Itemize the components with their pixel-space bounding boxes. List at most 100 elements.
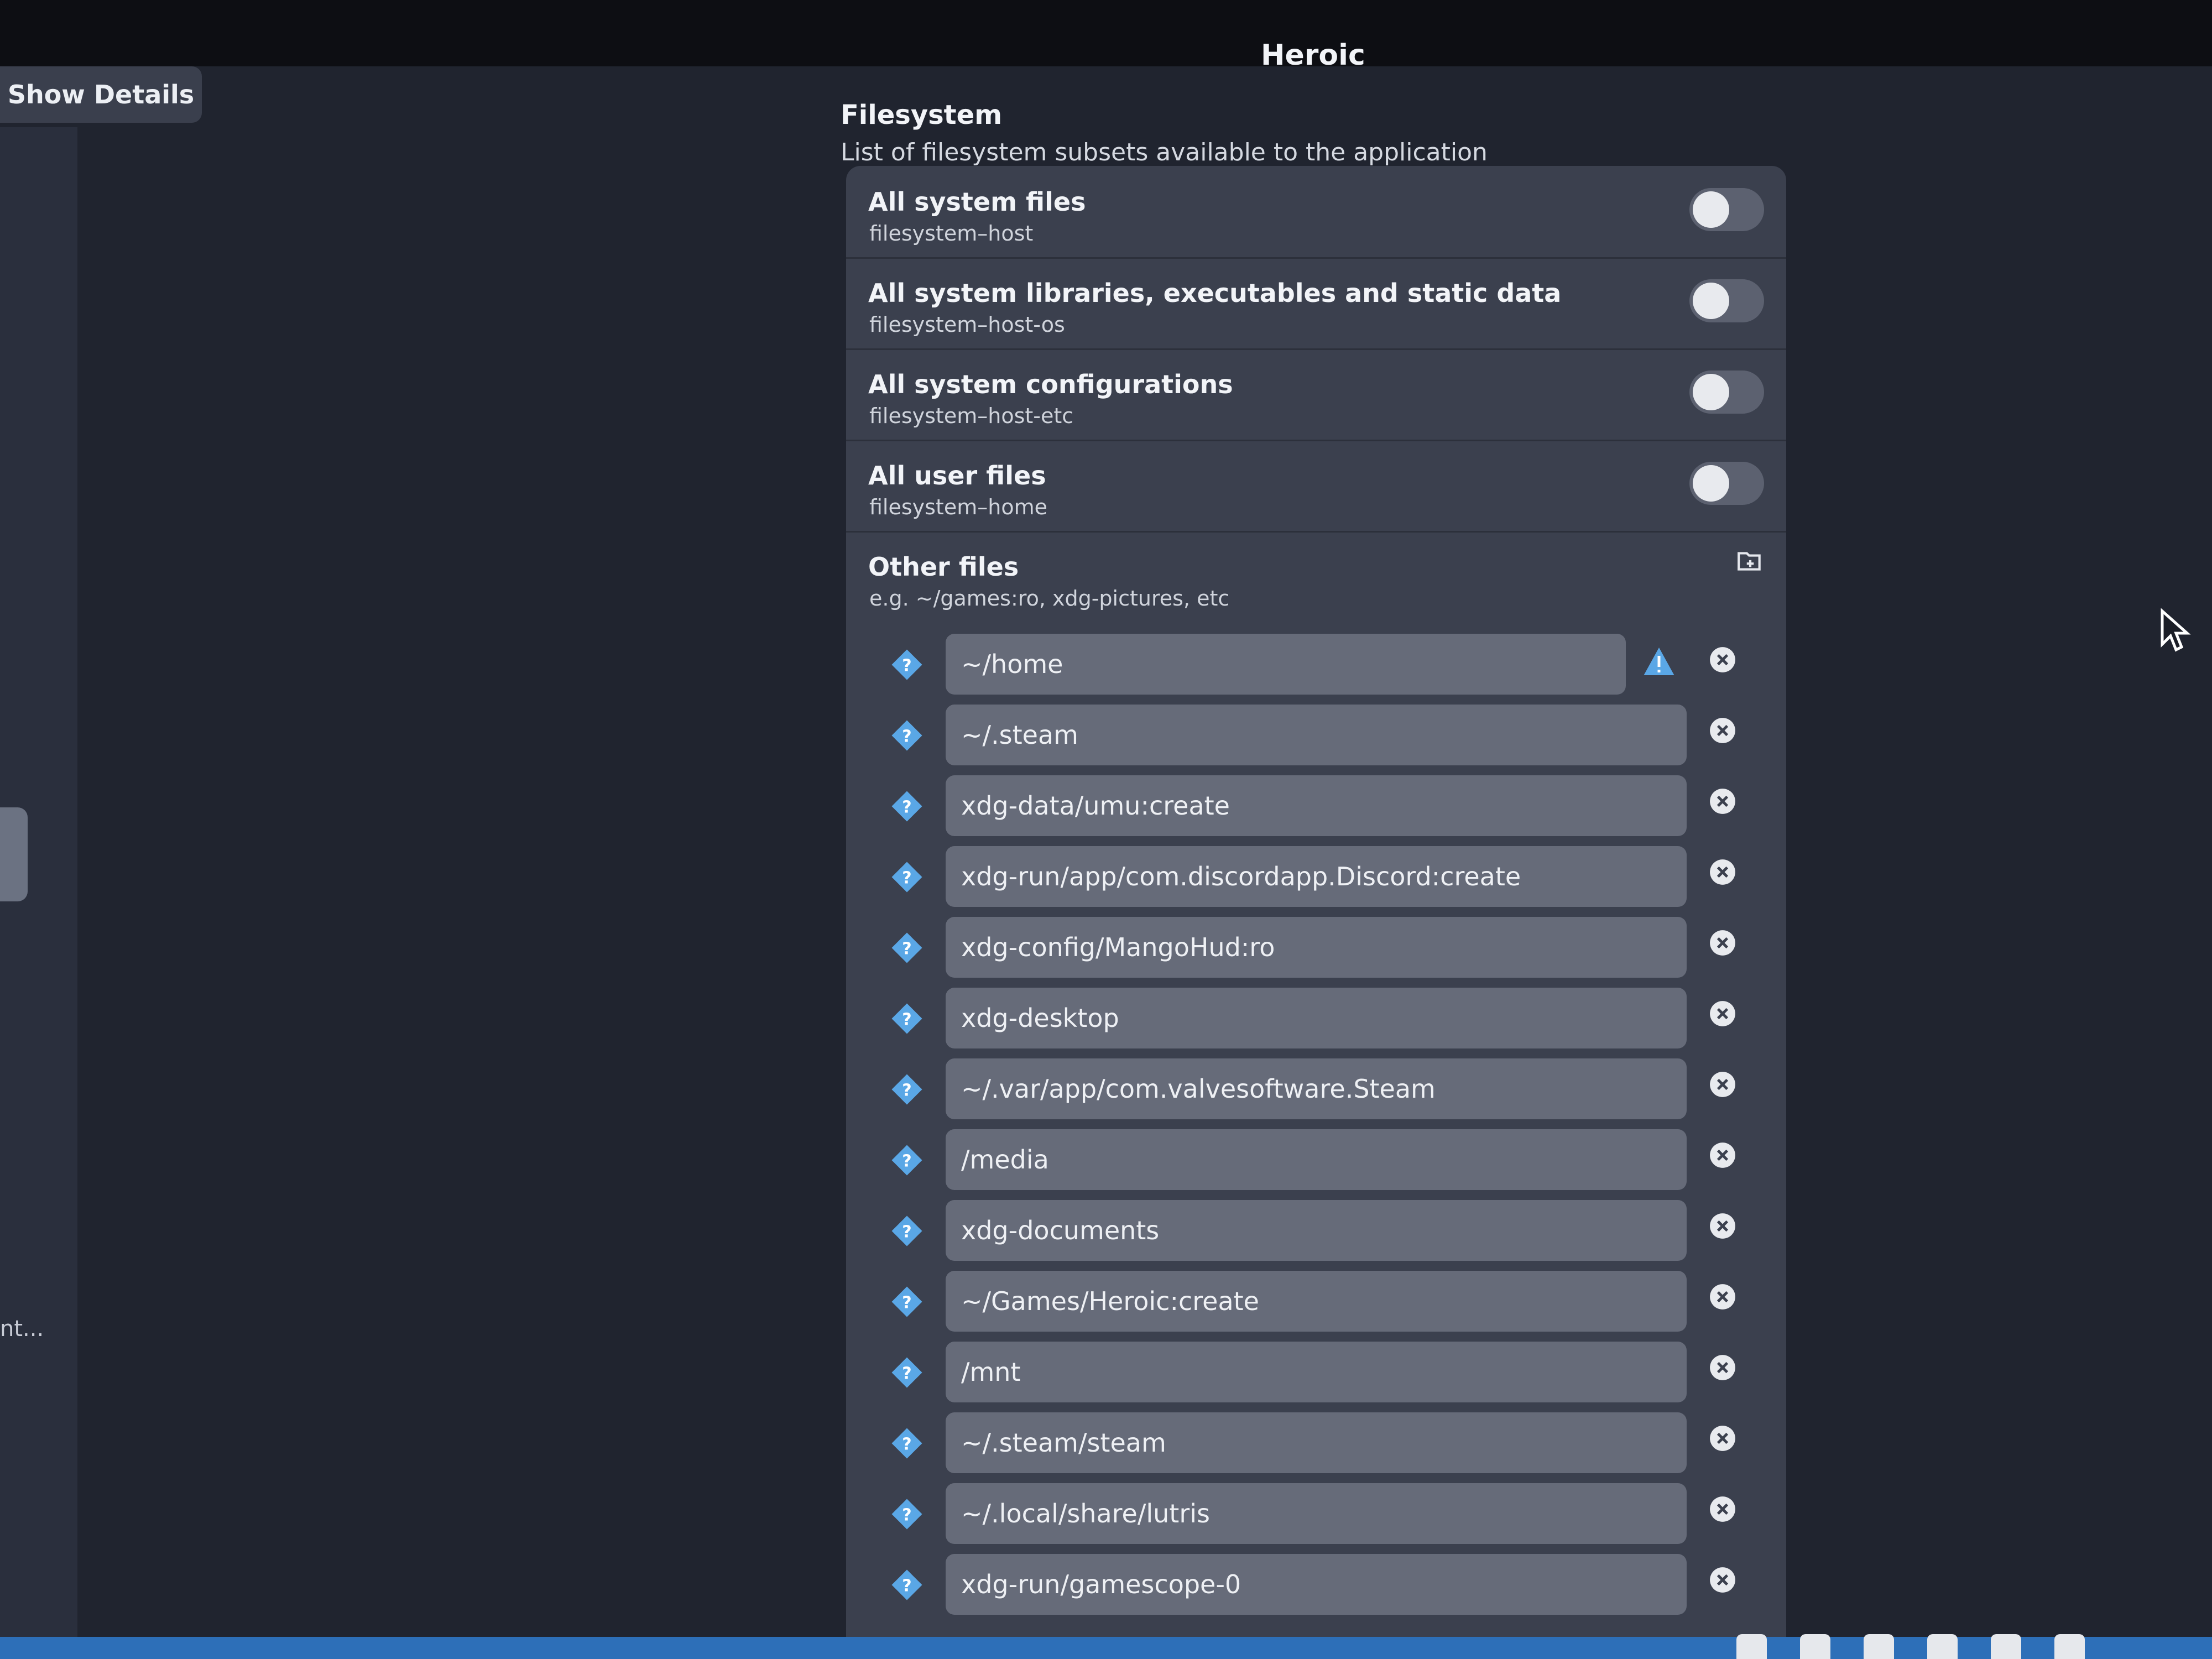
remove-circle-icon[interactable] (1709, 1212, 1736, 1240)
remove-circle-icon[interactable] (1709, 1141, 1736, 1169)
remove-circle-icon[interactable] (1709, 646, 1736, 674)
remove-circle-icon[interactable] (1709, 1425, 1736, 1452)
remove-circle-icon[interactable] (1709, 929, 1736, 957)
permission-subtitle: filesystem–host-os (869, 312, 1065, 337)
path-input[interactable]: xdg-desktop (946, 988, 1687, 1048)
sidebar-scroll-handle[interactable] (0, 807, 28, 901)
other-file-entry: ? /media (846, 1126, 1786, 1192)
toggle-switch[interactable] (1689, 188, 1764, 231)
help-diamond-icon: ? (891, 1428, 922, 1459)
remove-circle-icon[interactable] (1709, 1000, 1736, 1027)
remove-circle-icon[interactable] (1709, 1071, 1736, 1098)
permission-row-host[interactable]: All system files filesystem–host (846, 166, 1786, 259)
toggle-switch[interactable] (1689, 279, 1764, 322)
other-files-subtitle: e.g. ~/games:ro, xdg-pictures, etc (869, 586, 1230, 611)
path-input[interactable]: /media (946, 1129, 1687, 1190)
help-diamond-icon: ? (891, 649, 922, 680)
remove-circle-icon[interactable] (1709, 1283, 1736, 1311)
window-title: Heroic (1261, 39, 1365, 72)
other-file-entry: ? /mnt (846, 1338, 1786, 1405)
tray-icon[interactable] (1736, 1634, 1767, 1659)
path-input[interactable]: ~/Games/Heroic:create (946, 1271, 1687, 1332)
other-files-row: Other files e.g. ~/games:ro, xdg-picture… (846, 531, 1786, 619)
svg-text:?: ? (902, 656, 911, 675)
remove-circle-icon[interactable] (1709, 1495, 1736, 1523)
top-bezel (0, 0, 2212, 66)
remove-circle-icon[interactable] (1709, 858, 1736, 886)
toggle-switch[interactable] (1689, 462, 1764, 505)
tray-icon[interactable] (1991, 1634, 2021, 1659)
show-details-button[interactable]: Show Details (0, 66, 202, 123)
path-input[interactable]: xdg-run/app/com.discordapp.Discord:creat… (946, 846, 1687, 907)
svg-text:?: ? (902, 1505, 911, 1525)
other-file-entry: ? ~/.steam (846, 701, 1786, 768)
path-input[interactable]: ~/.steam (946, 705, 1687, 765)
tray-icon[interactable] (1927, 1634, 1958, 1659)
sidebar-truncated-label: nt... (0, 1316, 44, 1342)
path-input[interactable]: ~/.var/app/com.valvesoftware.Steam (946, 1058, 1687, 1119)
svg-text:?: ? (902, 1364, 911, 1383)
toggle-knob (1693, 465, 1729, 502)
toggle-knob (1693, 374, 1729, 410)
permission-row-host-os[interactable]: All system libraries, executables and st… (846, 257, 1786, 350)
other-file-entry: ? ~/.local/share/lutris (846, 1480, 1786, 1546)
svg-text:?: ? (902, 727, 911, 746)
help-diamond-icon: ? (891, 862, 922, 893)
path-input[interactable]: xdg-run/gamescope-0 (946, 1554, 1687, 1615)
help-diamond-icon: ? (891, 1074, 922, 1105)
svg-text:?: ? (902, 1222, 911, 1241)
filesystem-title: Filesystem (841, 100, 1003, 131)
svg-text:?: ? (902, 868, 911, 888)
svg-text:?: ? (902, 1010, 911, 1029)
help-diamond-icon: ? (891, 1003, 922, 1034)
path-input[interactable]: /mnt (946, 1342, 1687, 1402)
other-file-entry: ? ~/Games/Heroic:create (846, 1267, 1786, 1334)
remove-circle-icon[interactable] (1709, 787, 1736, 815)
remove-circle-icon[interactable] (1709, 1566, 1736, 1594)
remove-circle-icon[interactable] (1709, 1354, 1736, 1381)
warning-triangle-icon (1644, 648, 1674, 675)
other-file-entry: ? xdg-run/gamescope-0 (846, 1551, 1786, 1617)
help-diamond-icon: ? (891, 932, 922, 963)
other-file-entry: ? ~/.steam/steam (846, 1409, 1786, 1475)
permission-title: All system configurations (868, 369, 1233, 399)
permission-subtitle: filesystem–host-etc (869, 404, 1074, 428)
svg-text:?: ? (902, 797, 911, 817)
svg-text:?: ? (902, 1151, 911, 1171)
help-diamond-icon: ? (891, 720, 922, 751)
mouse-cursor-icon (2161, 608, 2191, 652)
filesystem-card: All system files filesystem–host All sys… (846, 166, 1786, 1659)
permission-title: All user files (868, 461, 1046, 491)
svg-text:?: ? (902, 1576, 911, 1595)
toggle-knob (1693, 283, 1729, 319)
tray-icon[interactable] (2054, 1634, 2085, 1659)
other-file-entry: ? xdg-run/app/com.discordapp.Discord:crea… (846, 843, 1786, 909)
tray-icon[interactable] (1800, 1634, 1830, 1659)
permission-subtitle: filesystem–home (869, 495, 1047, 519)
path-input[interactable]: ~/.steam/steam (946, 1412, 1687, 1473)
toggle-knob (1693, 191, 1729, 228)
other-files-title: Other files (868, 552, 1019, 582)
path-input[interactable]: xdg-data/umu:create (946, 775, 1687, 836)
help-diamond-icon: ? (891, 1286, 922, 1317)
folder-add-icon[interactable] (1736, 547, 1764, 575)
other-file-entry: ? ~/.var/app/com.valvesoftware.Steam (846, 1055, 1786, 1121)
permission-title: All system files (868, 187, 1086, 217)
permission-row-home[interactable]: All user files filesystem–home (846, 440, 1786, 533)
help-diamond-icon: ? (891, 791, 922, 822)
permission-subtitle: filesystem–host (869, 221, 1034, 246)
remove-circle-icon[interactable] (1709, 717, 1736, 744)
svg-text:?: ? (902, 1081, 911, 1100)
path-input[interactable]: xdg-documents (946, 1200, 1687, 1261)
screen: Heroic Show Details nt... Filesystem Lis… (0, 0, 2212, 1659)
path-input[interactable]: xdg-config/MangoHud:ro (946, 917, 1687, 978)
path-input[interactable]: ~/home (946, 634, 1626, 695)
tray-icon[interactable] (1864, 1634, 1894, 1659)
permission-row-host-etc[interactable]: All system configurations filesystem–hos… (846, 348, 1786, 441)
path-input[interactable]: ~/.local/share/lutris (946, 1483, 1687, 1544)
help-diamond-icon: ? (891, 1357, 922, 1388)
other-file-entry: ? xdg-desktop (846, 984, 1786, 1051)
help-diamond-icon: ? (891, 1499, 922, 1530)
svg-text:?: ? (902, 1293, 911, 1312)
toggle-switch[interactable] (1689, 371, 1764, 414)
